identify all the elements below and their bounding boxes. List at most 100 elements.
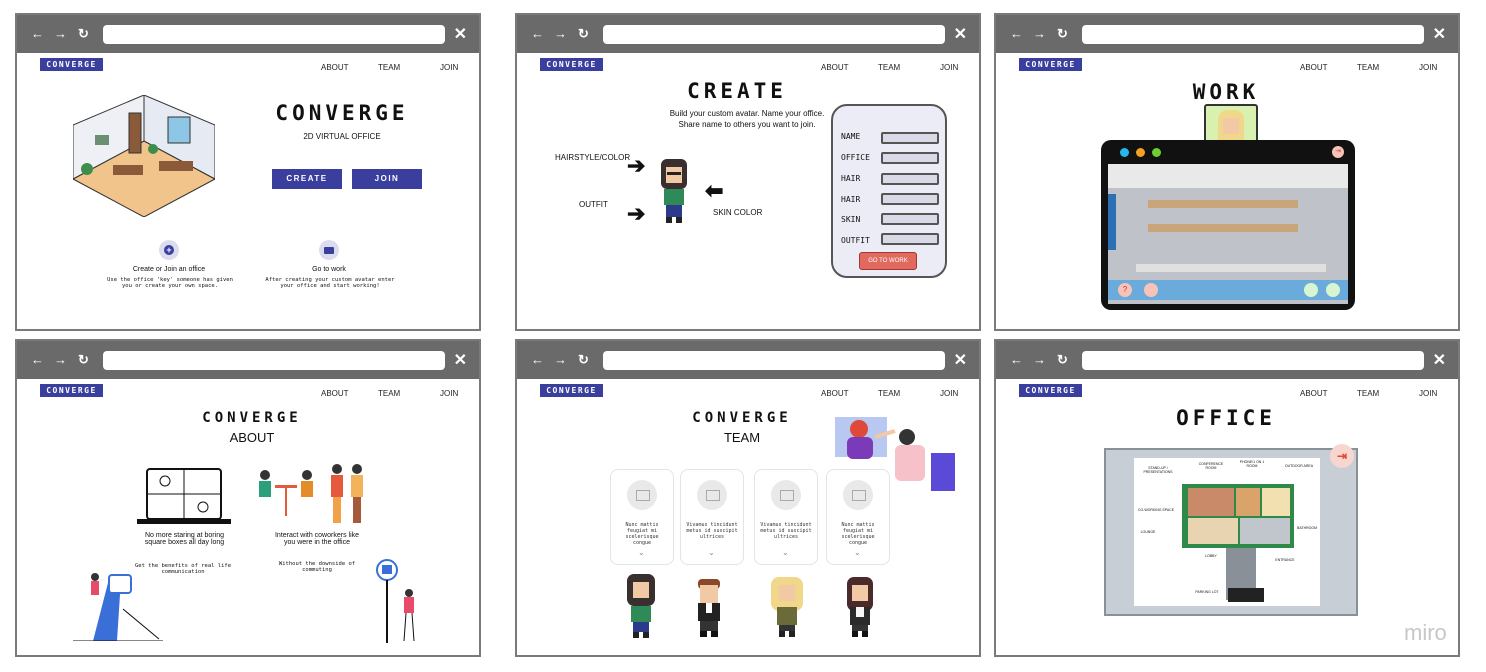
address-bar[interactable] — [603, 351, 945, 370]
microphone-icon[interactable] — [1326, 283, 1340, 297]
menu-about[interactable]: ABOUT — [321, 63, 349, 72]
close-icon[interactable]: ✕ — [954, 350, 967, 370]
menu-join[interactable]: JOIN — [940, 389, 958, 398]
menu-join[interactable]: JOIN — [1419, 63, 1437, 72]
outfit-field[interactable] — [881, 233, 939, 245]
menu-about[interactable]: ABOUT — [821, 63, 849, 72]
name-field[interactable] — [881, 132, 939, 144]
video-icon[interactable] — [1304, 283, 1318, 297]
address-bar[interactable] — [1082, 351, 1424, 370]
reload-icon[interactable]: ↻ — [1057, 352, 1068, 368]
menu-about[interactable]: ABOUT — [321, 389, 349, 398]
reload-icon[interactable]: ↻ — [578, 352, 589, 368]
back-icon[interactable]: ← — [31, 352, 44, 367]
office-game-map[interactable]: ? — [1108, 164, 1348, 304]
image-placeholder-icon — [843, 480, 873, 510]
hair-color-field[interactable] — [881, 193, 939, 205]
back-icon[interactable]: ← — [31, 26, 44, 41]
exit-icon[interactable]: ⇥ — [1332, 146, 1344, 158]
menu-team[interactable]: TEAM — [1357, 389, 1379, 398]
menu-team[interactable]: TEAM — [378, 389, 400, 398]
menu-join[interactable]: JOIN — [440, 63, 458, 72]
address-bar[interactable] — [103, 351, 445, 370]
team-card[interactable]: Nunc mattis feugiat mi scelerisque congu… — [826, 469, 890, 565]
address-bar[interactable] — [1082, 25, 1424, 44]
menu-team[interactable]: TEAM — [878, 63, 900, 72]
reload-icon[interactable]: ↻ — [78, 352, 89, 368]
field-label-name: NAME — [841, 132, 861, 141]
forward-icon[interactable]: → — [54, 26, 67, 41]
join-button[interactable]: JOIN — [352, 169, 422, 189]
forward-icon[interactable]: → — [1033, 26, 1046, 41]
back-icon[interactable]: ← — [1010, 26, 1023, 41]
reload-icon[interactable]: ↻ — [578, 26, 589, 42]
menu-team[interactable]: TEAM — [1357, 63, 1379, 72]
team-card[interactable]: Vivamus tincidunt metus id suscipit ultr… — [680, 469, 744, 565]
close-icon[interactable]: ✕ — [954, 24, 967, 44]
office-field[interactable] — [881, 152, 939, 164]
browser-bar: ← → ↻ ✕ — [517, 341, 979, 379]
team-card-text: Vivamus tincidunt metus id suscipit ultr… — [686, 522, 738, 540]
brand-logo[interactable]: CONVERGE — [1019, 384, 1082, 397]
forward-icon[interactable]: → — [554, 352, 567, 367]
menu-team[interactable]: TEAM — [878, 389, 900, 398]
menu-join[interactable]: JOIN — [1419, 389, 1437, 398]
exit-icon[interactable]: ⇥ — [1330, 444, 1354, 468]
address-bar[interactable] — [603, 25, 945, 44]
image-placeholder-icon — [697, 480, 727, 510]
forward-icon[interactable]: → — [54, 352, 67, 367]
forward-icon[interactable]: → — [1033, 352, 1046, 367]
go-to-work-button[interactable]: GO TO WORK — [859, 252, 917, 270]
close-icon[interactable]: ✕ — [1433, 350, 1446, 370]
reload-icon[interactable]: ↻ — [78, 26, 89, 42]
field-label-outfit: OUTFIT — [841, 236, 870, 245]
image-placeholder-icon — [627, 480, 657, 510]
about-title: CONVERGE — [202, 410, 302, 426]
brand-logo[interactable]: CONVERGE — [540, 58, 603, 71]
outfit-label: OUTFIT — [579, 200, 608, 209]
team-card-text: Nunc mattis feugiat mi scelerisque congu… — [625, 522, 659, 546]
browser-bar: ← → ↻ ✕ — [17, 15, 479, 53]
close-icon[interactable]: ✕ — [454, 24, 467, 44]
skin-field[interactable] — [881, 213, 939, 225]
reload-icon[interactable]: ↻ — [1057, 26, 1068, 42]
create-button[interactable]: CREATE — [272, 169, 342, 189]
field-label-hair-2: HAIR — [841, 195, 861, 204]
plus-icon: + — [159, 240, 179, 260]
isometric-office-illustration — [73, 95, 215, 217]
back-icon[interactable]: ← — [531, 26, 544, 41]
chevron-down-icon[interactable]: ⌄ — [782, 548, 789, 557]
close-icon[interactable]: ✕ — [1433, 24, 1446, 44]
chevron-down-icon[interactable]: ⌄ — [708, 548, 715, 557]
team-card[interactable]: Vivamus tincidunt metus id suscipit ultr… — [754, 469, 818, 565]
briefcase-icon — [319, 240, 339, 260]
brand-logo[interactable]: CONVERGE — [40, 58, 103, 71]
close-icon[interactable]: ✕ — [454, 350, 467, 370]
game-window: ⇥ ? — [1101, 140, 1355, 310]
menu-about[interactable]: ABOUT — [1300, 389, 1328, 398]
chevron-down-icon[interactable]: ⌄ — [854, 548, 861, 557]
team-card[interactable]: Nunc mattis feugiat mi scelerisque congu… — [610, 469, 674, 565]
help-icon[interactable]: ? — [1118, 283, 1132, 297]
field-label-hair: HAIR — [841, 174, 861, 183]
map-label: CO-WORKING SPACE — [1137, 508, 1175, 512]
menu-about[interactable]: ABOUT — [1300, 63, 1328, 72]
forward-icon[interactable]: → — [554, 26, 567, 41]
hair-field[interactable] — [881, 173, 939, 185]
home-title: CONVERGE — [275, 101, 409, 125]
address-bar[interactable] — [103, 25, 445, 44]
frame-team: ← → ↻ ✕ CONVERGE ABOUT TEAM JOIN CONVERG… — [515, 339, 981, 657]
right-subcaption: Without the downside of commuting — [278, 561, 356, 573]
chevron-down-icon[interactable]: ⌄ — [638, 548, 645, 557]
team-card-text: Vivamus tincidunt metus id suscipit ultr… — [760, 522, 812, 540]
brand-logo[interactable]: CONVERGE — [540, 384, 603, 397]
menu-join[interactable]: JOIN — [940, 63, 958, 72]
menu-about[interactable]: ABOUT — [821, 389, 849, 398]
back-icon[interactable]: ← — [1010, 352, 1023, 367]
menu-team[interactable]: TEAM — [378, 63, 400, 72]
menu-join[interactable]: JOIN — [440, 389, 458, 398]
back-icon[interactable]: ← — [531, 352, 544, 367]
calendar-icon[interactable] — [1144, 283, 1158, 297]
brand-logo[interactable]: CONVERGE — [1019, 58, 1082, 71]
brand-logo[interactable]: CONVERGE — [40, 384, 103, 397]
